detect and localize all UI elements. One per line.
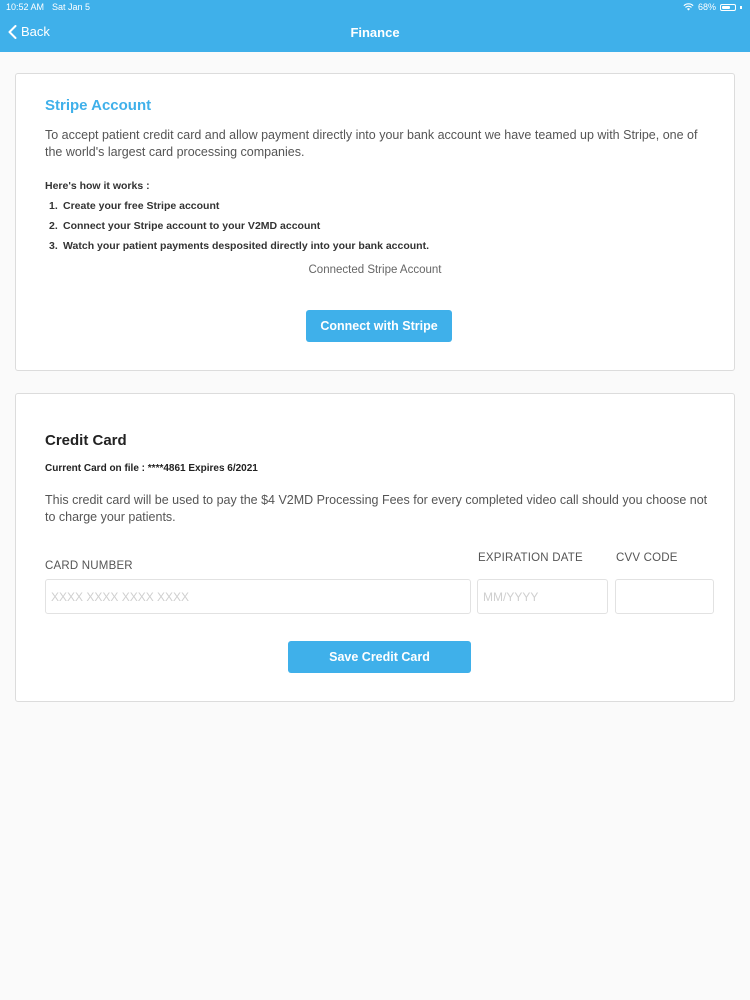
stripe-title: Stripe Account bbox=[45, 97, 152, 114]
page-title: Finance bbox=[350, 25, 400, 40]
steps-list: 1. Create your free Stripe account 2. Co… bbox=[45, 198, 429, 258]
wifi-icon bbox=[683, 3, 694, 11]
battery-fill bbox=[722, 5, 731, 9]
stripe-description: To accept patient credit card and allow … bbox=[45, 128, 698, 159]
step-number: 3. bbox=[49, 240, 58, 252]
connected-stripe-label: Connected Stripe Account bbox=[308, 264, 442, 276]
step-text: Connect your Stripe account to your V2MD… bbox=[63, 220, 321, 232]
credit-card-title: Credit Card bbox=[45, 432, 127, 449]
battery-percent: 68% bbox=[697, 2, 716, 12]
battery-icon bbox=[720, 3, 736, 11]
card-number-label: CARD NUMBER bbox=[45, 560, 133, 572]
list-item: 2. Connect your Stripe account to your V… bbox=[45, 218, 429, 238]
connect-stripe-button[interactable]: Connect with Stripe bbox=[306, 310, 452, 342]
battery-tip bbox=[740, 5, 742, 9]
card-number-input[interactable] bbox=[45, 579, 471, 614]
status-indicators: 68% bbox=[683, 2, 742, 12]
status-time: 10:52 AM bbox=[6, 2, 45, 12]
expiration-date-label: EXPIRATION DATE bbox=[478, 552, 583, 564]
list-item: 3. Watch your patient payments desposite… bbox=[45, 238, 429, 258]
expiration-date-input[interactable] bbox=[477, 579, 608, 614]
how-it-works-heading: Here's how it works : bbox=[45, 180, 150, 192]
step-text: Watch your patient payments desposited d… bbox=[63, 240, 430, 252]
step-number: 1. bbox=[49, 200, 58, 212]
credit-card-description: This credit card will be used to pay the… bbox=[45, 493, 708, 524]
current-card-info: Current Card on file : ****4861 Expires … bbox=[45, 463, 258, 474]
step-number: 2. bbox=[49, 220, 58, 232]
save-credit-card-button[interactable]: Save Credit Card bbox=[288, 641, 471, 673]
step-text: Create your free Stripe account bbox=[63, 200, 220, 212]
list-item: 1. Create your free Stripe account bbox=[45, 198, 429, 218]
status-date: Sat Jan 5 bbox=[52, 2, 91, 12]
stripe-account-card: Stripe Account To accept patient credit … bbox=[15, 73, 735, 371]
top-bar: 10:52 AM Sat Jan 5 68% Back Finance bbox=[0, 0, 750, 52]
cvv-code-label: CVV CODE bbox=[616, 552, 678, 564]
cvv-code-input[interactable] bbox=[615, 579, 714, 614]
credit-card-card: Credit Card Current Card on file : ****4… bbox=[15, 393, 735, 702]
